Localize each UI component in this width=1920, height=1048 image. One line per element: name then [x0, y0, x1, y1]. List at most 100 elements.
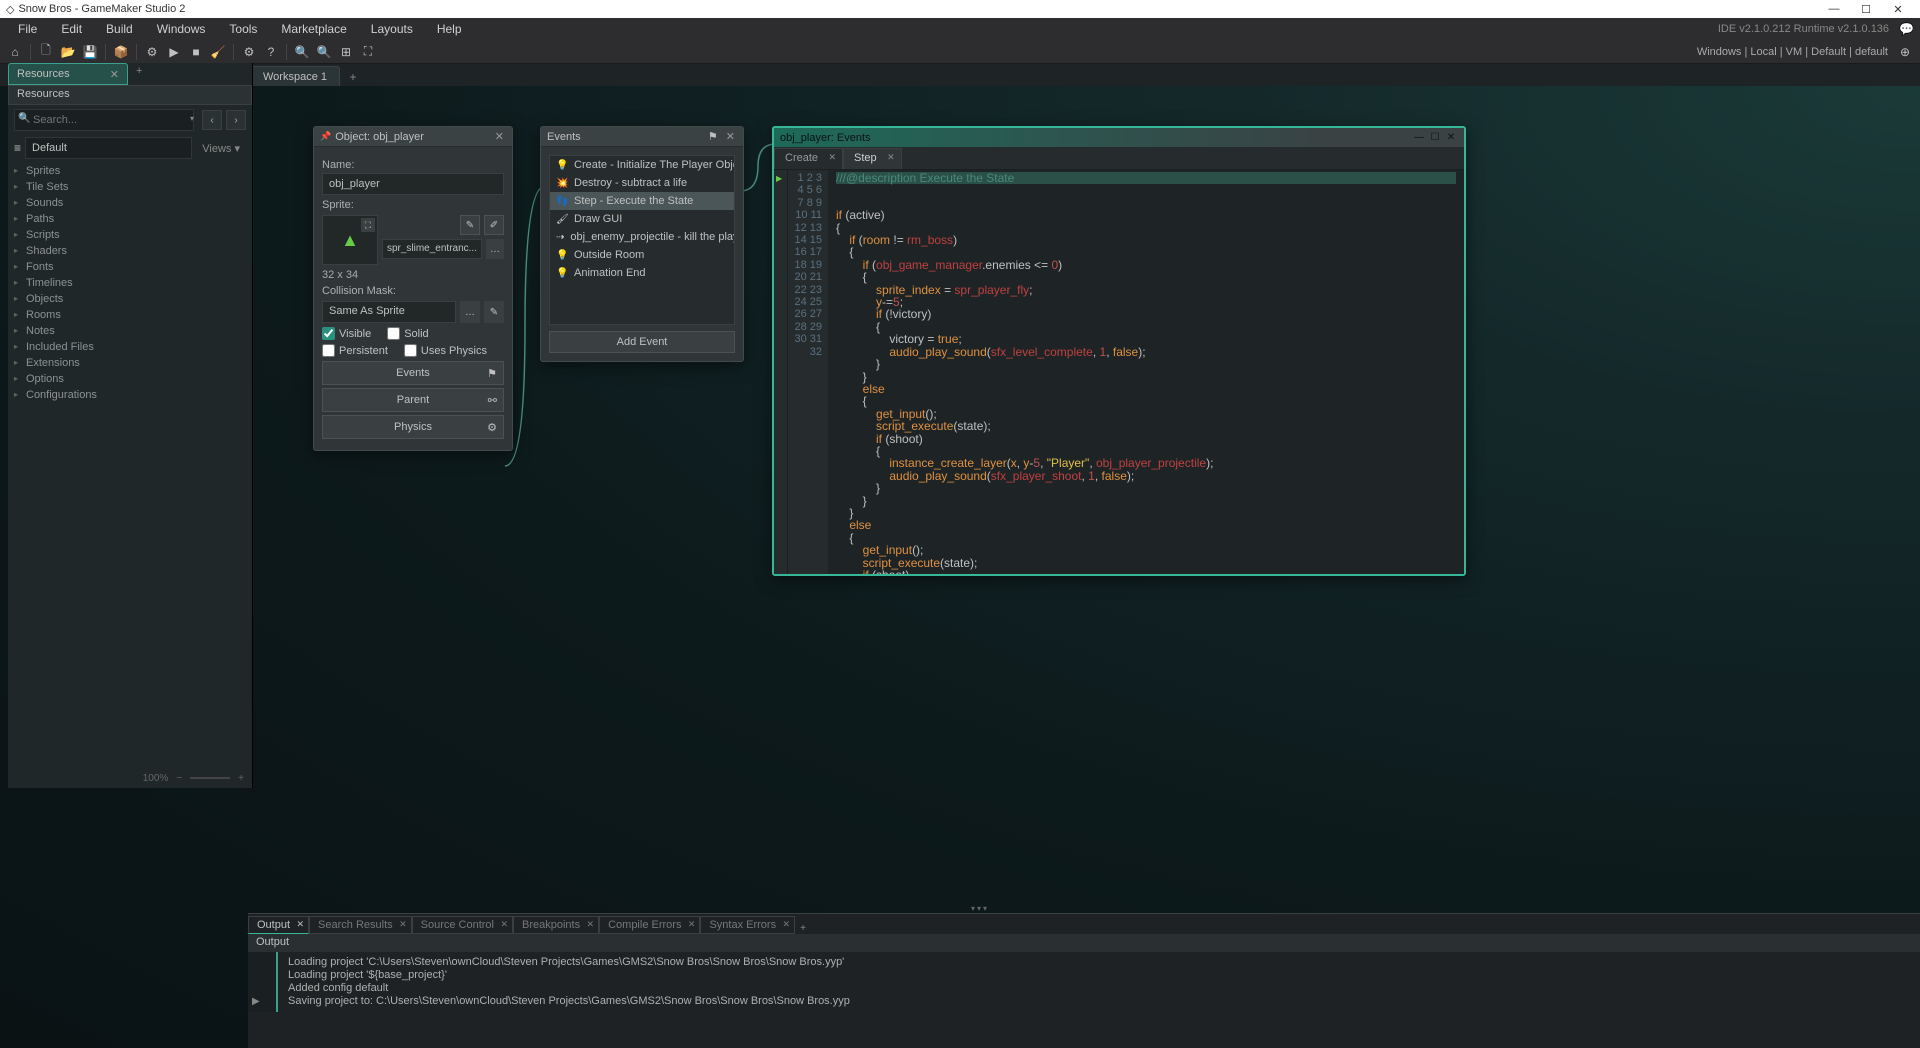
tree-item[interactable]: Tile Sets: [8, 179, 252, 195]
resource-tree[interactable]: SpritesTile SetsSoundsPathsScriptsShader…: [8, 161, 252, 768]
event-item[interactable]: ⇢obj_enemy_projectile - kill the player: [550, 228, 734, 246]
output-add-tab[interactable]: +: [795, 923, 811, 934]
tree-item[interactable]: Scripts: [8, 227, 252, 243]
event-item[interactable]: 👣Step - Execute the State: [550, 192, 734, 210]
object-window-titlebar[interactable]: 📌 Object: obj_player ✕: [314, 127, 512, 147]
sprite-edit-button[interactable]: ✐: [484, 215, 504, 235]
tree-item[interactable]: Fonts: [8, 259, 252, 275]
home-button[interactable]: ⌂: [4, 42, 26, 62]
solid-checkbox[interactable]: Solid: [387, 327, 428, 340]
output-body[interactable]: ▶ Loading project 'C:\Users\Steven\ownCl…: [248, 952, 1920, 1012]
minimize-button[interactable]: —: [1818, 3, 1850, 15]
code-tab-close[interactable]: ✕: [887, 152, 895, 163]
object-window-close[interactable]: ✕: [493, 130, 506, 143]
resources-tab[interactable]: Resources ✕: [8, 63, 128, 85]
uses-physics-checkbox[interactable]: Uses Physics: [404, 344, 487, 357]
save-button[interactable]: 💾: [79, 42, 101, 62]
menu-build[interactable]: Build: [94, 18, 145, 40]
output-tab-close[interactable]: ✕: [500, 919, 508, 930]
close-button[interactable]: ✕: [1882, 3, 1914, 16]
persistent-checkbox[interactable]: Persistent: [322, 344, 388, 357]
menu-marketplace[interactable]: Marketplace: [269, 18, 358, 40]
mask-edit-button[interactable]: ✎: [484, 301, 504, 323]
bottom-dock-handle[interactable]: ▾▾▾: [960, 904, 1000, 914]
tree-item[interactable]: Timelines: [8, 275, 252, 291]
run-button[interactable]: ▶: [163, 42, 185, 62]
search-prev-button[interactable]: ‹: [202, 110, 222, 130]
output-tab-close[interactable]: ✕: [399, 919, 407, 930]
tree-item[interactable]: Notes: [8, 323, 252, 339]
settings-button[interactable]: ⚙: [238, 42, 260, 62]
zoom-reset-button[interactable]: ⊞: [335, 42, 357, 62]
resources-search-input[interactable]: [14, 109, 194, 131]
pin-icon[interactable]: 📌: [320, 131, 331, 142]
output-tab-close[interactable]: ✕: [296, 919, 304, 930]
stop-button[interactable]: ■: [185, 42, 207, 62]
object-name-input[interactable]: [322, 173, 504, 195]
events-button[interactable]: Events⚑: [322, 361, 504, 385]
filter-menu-button[interactable]: ≡: [14, 141, 21, 155]
maximize-button[interactable]: ☐: [1850, 3, 1882, 16]
tree-item[interactable]: Included Files: [8, 339, 252, 355]
output-tab[interactable]: Search Results✕: [309, 916, 412, 934]
sprite-expand-icon[interactable]: ⛶: [361, 218, 375, 232]
event-item[interactable]: 🖌Draw GUI: [550, 210, 734, 228]
event-item[interactable]: 💡Outside Room: [550, 246, 734, 264]
tree-item[interactable]: Sounds: [8, 195, 252, 211]
event-item[interactable]: 💥Destroy - subtract a life: [550, 174, 734, 192]
target-settings-button[interactable]: ⊕: [1894, 42, 1916, 62]
notification-icon[interactable]: 💬: [1899, 22, 1914, 36]
output-tab[interactable]: Compile Errors✕: [599, 916, 700, 934]
physics-button[interactable]: Physics⚙: [322, 415, 504, 439]
resources-add-tab[interactable]: +: [136, 65, 142, 77]
menu-windows[interactable]: Windows: [145, 18, 218, 40]
filter-select[interactable]: Default: [25, 137, 192, 159]
code-tab[interactable]: Create✕: [774, 148, 843, 169]
package-button[interactable]: 📦: [110, 42, 132, 62]
target-config[interactable]: Windows | Local | VM | Default | default: [1691, 46, 1894, 58]
new-project-button[interactable]: 🗋: [35, 42, 57, 62]
tree-item[interactable]: Sprites: [8, 163, 252, 179]
events-window-close[interactable]: ✕: [724, 130, 737, 143]
clean-button[interactable]: 🧹: [207, 42, 229, 62]
open-project-button[interactable]: 📂: [57, 42, 79, 62]
code-tab[interactable]: Step✕: [843, 148, 902, 169]
code-area[interactable]: ///@description Execute the State if (ac…: [828, 170, 1464, 574]
code-maximize-button[interactable]: ☐: [1428, 132, 1442, 143]
event-item[interactable]: 💡Animation End: [550, 264, 734, 282]
resources-tab-close[interactable]: ✕: [110, 68, 119, 81]
help-button[interactable]: ?: [260, 42, 282, 62]
tree-item[interactable]: Paths: [8, 211, 252, 227]
menu-tools[interactable]: Tools: [217, 18, 269, 40]
code-tab-close[interactable]: ✕: [828, 152, 836, 163]
tree-item[interactable]: Options: [8, 371, 252, 387]
menu-file[interactable]: File: [6, 18, 49, 40]
add-event-button[interactable]: Add Event: [549, 331, 735, 353]
tree-item[interactable]: Rooms: [8, 307, 252, 323]
add-workspace-button[interactable]: +: [344, 68, 362, 86]
output-tab-close[interactable]: ✕: [783, 919, 791, 930]
debug-button[interactable]: ⚙: [141, 42, 163, 62]
zoom-out-button[interactable]: 🔍: [313, 42, 335, 62]
sprite-new-button[interactable]: ✎: [460, 215, 480, 235]
sprite-select[interactable]: spr_slime_entranc...: [382, 239, 482, 259]
workspace-tab[interactable]: Workspace 1: [250, 66, 340, 86]
visible-checkbox[interactable]: Visible: [322, 327, 371, 340]
parent-button[interactable]: Parent⚯: [322, 388, 504, 412]
output-tab-close[interactable]: ✕: [688, 919, 696, 930]
tree-item[interactable]: Objects: [8, 291, 252, 307]
event-item[interactable]: 💡Create - Initialize The Player Object: [550, 156, 734, 174]
zoom-slider[interactable]: [190, 777, 230, 779]
zoom-out-icon[interactable]: −: [176, 773, 182, 784]
code-minimize-button[interactable]: —: [1412, 132, 1426, 143]
menu-edit[interactable]: Edit: [49, 18, 94, 40]
zoom-in-button[interactable]: 🔍: [291, 42, 313, 62]
mask-select[interactable]: Same As Sprite: [322, 301, 456, 323]
zoom-in-icon[interactable]: +: [238, 773, 244, 784]
output-tab[interactable]: Syntax Errors✕: [700, 916, 795, 934]
expand-button[interactable]: ⛶: [357, 42, 379, 62]
code-close-button[interactable]: ✕: [1444, 132, 1458, 143]
tree-item[interactable]: Configurations: [8, 387, 252, 403]
code-window-titlebar[interactable]: obj_player: Events — ☐ ✕: [774, 128, 1464, 148]
search-next-button[interactable]: ›: [226, 110, 246, 130]
